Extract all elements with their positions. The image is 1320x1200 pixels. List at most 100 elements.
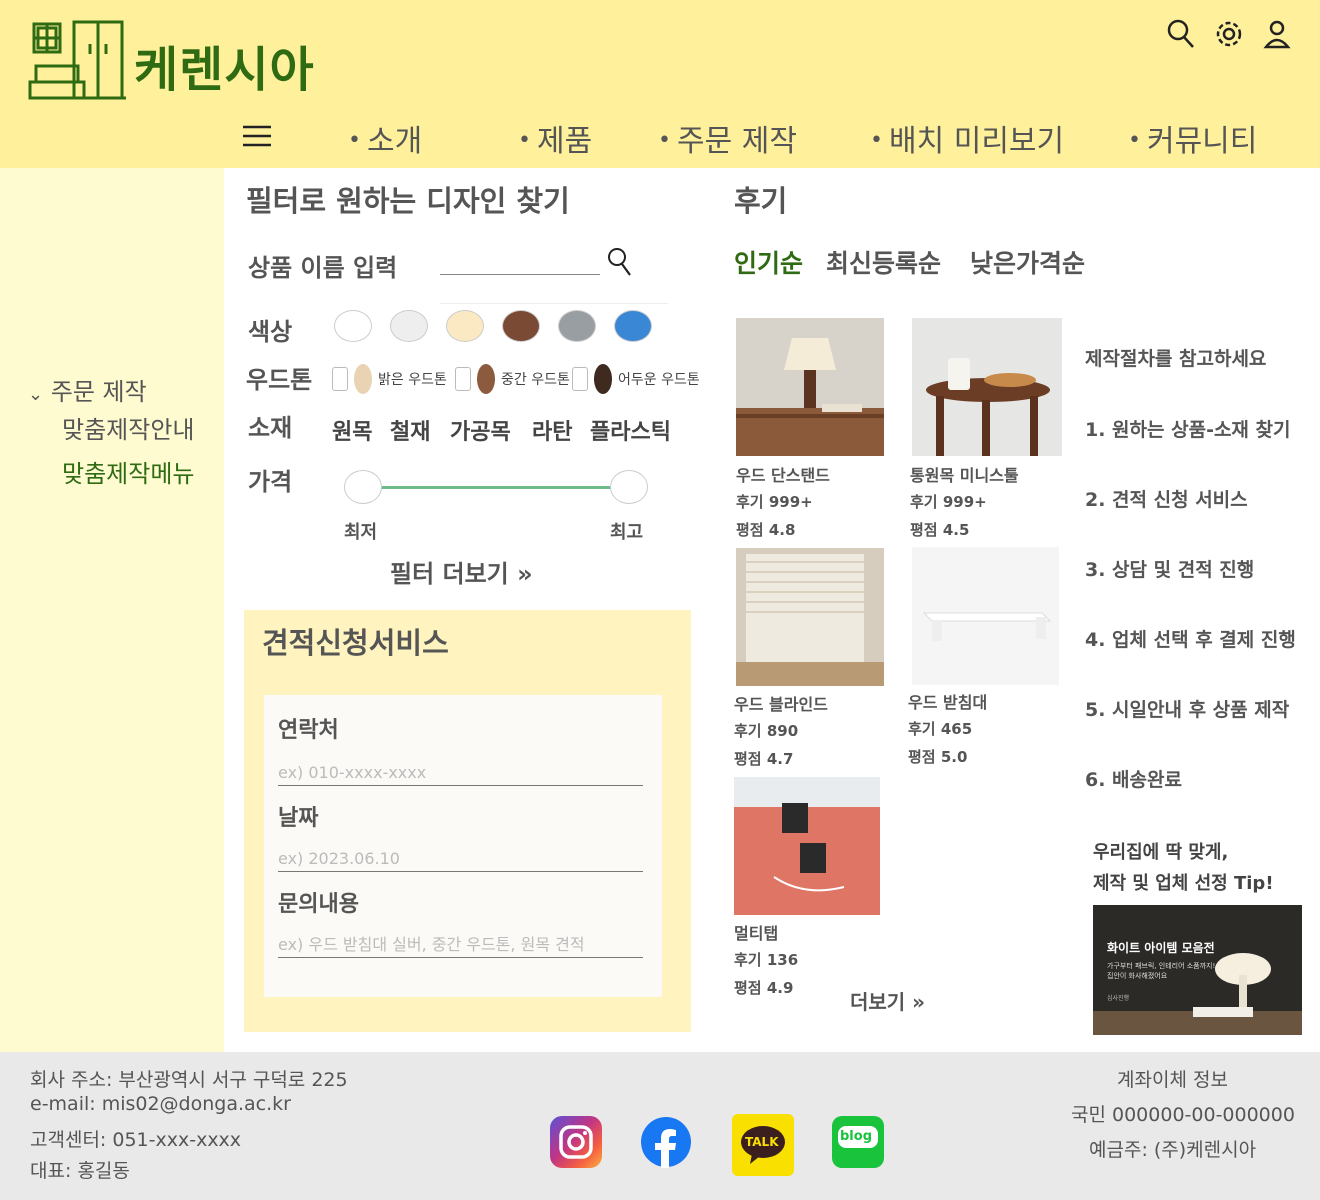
woodtone-option-light[interactable]: 밝은 우드톤 (332, 364, 447, 394)
process-step: 2. 견적 신청 서비스 (1085, 489, 1248, 511)
price-label: 가격 (248, 468, 293, 496)
search-label: 상품 이름 입력 (248, 254, 398, 282)
bank-holder: 예금주: (주)케렌시아 (1089, 1139, 1257, 1161)
kakaotalk-icon[interactable]: TALK (732, 1114, 794, 1176)
price-slider-min-handle[interactable] (344, 470, 382, 504)
search-icon[interactable] (606, 246, 634, 278)
date-field[interactable] (278, 846, 643, 872)
product-name[interactable]: 우드 단스탠드 (736, 462, 830, 486)
material-option-steel[interactable]: 철재 (390, 414, 430, 446)
product-name[interactable]: 우드 받침대 (908, 689, 987, 713)
product-name[interactable]: 멀티탭 (734, 920, 778, 944)
product-name[interactable]: 우드 블라인드 (734, 691, 828, 715)
contact-label: 연락처 (278, 718, 339, 743)
material-option-wood[interactable]: 원목 (332, 414, 372, 446)
product-review-count: 후기 890 (734, 722, 799, 740)
color-label: 색상 (248, 318, 293, 346)
woodtone-option-dark[interactable]: 어두운 우드톤 (572, 364, 700, 394)
product-image-lamp[interactable] (736, 318, 884, 456)
process-step: 4. 업체 선택 후 결제 진행 (1085, 629, 1296, 651)
banner-subtitle: 집안이 화사해졌어요 (1107, 972, 1168, 980)
color-swatch-cream[interactable] (446, 310, 484, 342)
nav-item-layout-preview[interactable]: 배치 미리보기 (870, 116, 1064, 160)
reviews-title: 후기 (734, 184, 788, 218)
product-name[interactable]: 통원목 미니스툴 (910, 462, 1019, 486)
gear-icon[interactable] (1214, 18, 1244, 50)
product-image-stool[interactable] (912, 318, 1062, 456)
product-review-count: 후기 136 (734, 951, 799, 969)
user-icon[interactable] (1262, 18, 1292, 50)
sidebar-item-custom-menu[interactable]: 맞춤제작메뉴 (62, 454, 194, 489)
nav-item-intro[interactable]: 소개 (348, 116, 422, 160)
product-rating: 평점 4.5 (910, 521, 970, 539)
material-option-processed-wood[interactable]: 가공목 (450, 414, 511, 446)
color-swatch-gray[interactable] (558, 310, 596, 342)
tab-newest[interactable]: 최신등록순 (826, 244, 941, 280)
header-utility-icons (1166, 18, 1292, 50)
woodtone-label: 우드톤 (246, 366, 313, 394)
banner-footnote: 심사진행 (1107, 995, 1130, 1002)
bank-account: 국민 000000-00-000000 (1071, 1104, 1295, 1126)
color-swatch-brown[interactable] (502, 310, 540, 342)
product-image-stand[interactable] (912, 547, 1059, 685)
product-image-blind[interactable] (736, 548, 884, 686)
inquiry-field[interactable] (278, 932, 643, 958)
price-slider-max-handle[interactable] (610, 470, 648, 504)
inquiry-label: 문의내용 (278, 892, 359, 917)
hamburger-menu-icon[interactable] (242, 124, 272, 148)
company-ceo: 대표: 홍길동 (30, 1160, 130, 1182)
blog-label: blog (840, 1129, 872, 1144)
material-option-rattan[interactable]: 라탄 (532, 414, 572, 446)
sidebar-category[interactable]: ⌄ 주문 제작 (28, 372, 147, 407)
checkbox[interactable] (455, 367, 471, 391)
sidebar-category-label: 주문 제작 (50, 378, 147, 406)
product-review-count: 후기 999+ (910, 493, 987, 511)
nav-item-custom-order[interactable]: 주문 제작 (658, 116, 797, 160)
instagram-icon[interactable] (550, 1116, 602, 1168)
color-swatch-silver[interactable] (390, 310, 428, 342)
double-chevron-right-icon: » (517, 560, 533, 588)
tip-banner-image[interactable]: 화이트 아이템 모음전 가구부터 패브릭, 인테리어 소품까지! 집안이 화사해… (1093, 905, 1302, 1035)
blog-icon[interactable]: blog (832, 1116, 884, 1168)
tab-popular[interactable]: 인기순 (734, 244, 803, 280)
contact-field[interactable] (278, 760, 643, 786)
woodtone-option-medium[interactable]: 중간 우드톤 (455, 364, 570, 394)
product-image-power-strip[interactable] (734, 777, 880, 915)
chevron-down-icon: ⌄ (28, 384, 44, 405)
kakaotalk-label: TALK (745, 1135, 779, 1149)
woodtone-option-label: 어두운 우드톤 (618, 372, 700, 388)
product-rating: 평점 4.7 (734, 750, 794, 768)
brand-name[interactable]: 케렌시아 (134, 30, 315, 100)
woodtone-option-label: 중간 우드톤 (501, 372, 570, 388)
checkbox[interactable] (572, 367, 588, 391)
checkbox[interactable] (332, 367, 348, 391)
divider (440, 303, 668, 304)
product-rating: 평점 4.8 (736, 521, 796, 539)
sidebar-item-custom-guide[interactable]: 맞춤제작안내 (62, 410, 194, 445)
product-review-count: 후기 999+ (736, 493, 813, 511)
banner-subtitle: 가구부터 패브릭, 인테리어 소품까지! (1107, 962, 1216, 970)
more-filter-button[interactable]: 필터 더보기 » (390, 554, 533, 589)
facebook-icon[interactable] (640, 1116, 692, 1168)
nav-item-community[interactable]: 커뮤니티 (1128, 116, 1257, 160)
double-chevron-right-icon: » (912, 990, 926, 1014)
color-swatch-blue[interactable] (614, 310, 652, 342)
nav-item-products[interactable]: 제품 (518, 116, 592, 160)
header: 케렌시아 소개 제품 주문 제작 배치 미리보기 커뮤니티 (0, 0, 1320, 168)
wood-chip-light (354, 364, 372, 394)
price-slider-track[interactable] (362, 486, 630, 489)
search-icon[interactable] (1166, 18, 1196, 50)
process-step: 5. 시일안내 후 상품 제작 (1085, 699, 1290, 721)
furniture-logo-icon[interactable] (28, 18, 126, 104)
material-option-plastic[interactable]: 플라스틱 (590, 414, 671, 446)
bank-title: 계좌이체 정보 (1117, 1069, 1228, 1091)
more-reviews-button[interactable]: 더보기 » (850, 986, 925, 1015)
tip-line: 우리집에 딱 맞게, (1093, 842, 1229, 863)
product-name-input[interactable] (440, 274, 600, 275)
customer-center: 고객센터: 051-xxx-xxxx (30, 1129, 242, 1151)
tab-lowest-price[interactable]: 낮은가격순 (970, 244, 1085, 280)
color-swatch-white[interactable] (334, 310, 372, 342)
date-label: 날짜 (278, 806, 319, 831)
product-review-count: 후기 465 (908, 720, 973, 738)
company-email[interactable]: e-mail: mis02@donga.ac.kr (30, 1093, 291, 1115)
